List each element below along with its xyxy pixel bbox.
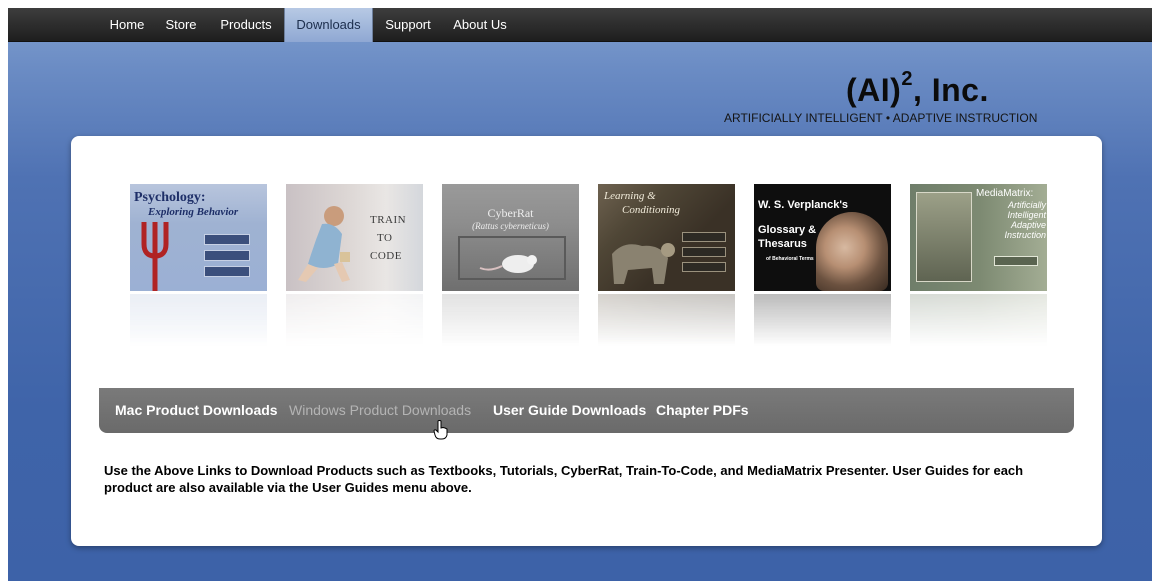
cover-learning[interactable]: Learning & Conditioning	[598, 184, 735, 291]
cover-train-line3: CODE	[370, 250, 402, 262]
cover-reflection	[754, 294, 891, 346]
cover-learning-button	[682, 247, 726, 257]
cover-verplanck[interactable]: W. S. Verplanck's Glossary & Thesarus of…	[754, 184, 891, 291]
cage-image	[458, 236, 566, 280]
cover-learning-button	[682, 262, 726, 272]
trident-icon	[141, 222, 169, 291]
cover-verplanck-line3: Thesarus	[758, 238, 807, 250]
page-background: Home Store Products Downloads Support Ab…	[8, 8, 1152, 581]
cover-train-line1: TRAIN	[370, 214, 407, 226]
brand-suffix: , Inc.	[912, 72, 989, 108]
brand-name: (AI)	[846, 72, 902, 108]
downloads-subnav: Mac Product Downloads Windows Product Do…	[99, 388, 1074, 433]
top-nav-bar: Home Store Products Downloads Support Ab…	[8, 8, 1152, 42]
cover-cyberrat-title: CyberRat	[487, 206, 534, 220]
cover-mediamatrix[interactable]: MediaMatrix: Artificially Intelligent Ad…	[910, 184, 1047, 291]
content-panel: Psychology: Exploring Behavior TRAIN TO …	[71, 136, 1102, 546]
nav-item-home[interactable]: Home	[104, 8, 150, 42]
cover-train-to-code[interactable]: TRAIN TO CODE	[286, 184, 423, 291]
cover-reflection	[130, 294, 267, 346]
cover-learning-button	[682, 232, 726, 242]
cover-verplanck-line1: W. S. Verplanck's	[758, 199, 849, 211]
brand-title: (AI)2, Inc.	[846, 68, 989, 109]
cover-learning-line1: Learning &	[604, 190, 656, 202]
nav-item-support[interactable]: Support	[377, 8, 439, 42]
cover-reflection	[286, 294, 423, 346]
cover-psychology-button	[204, 234, 250, 245]
girl-photo	[298, 206, 350, 282]
rat-icon	[479, 255, 537, 273]
cover-train-line2: TO	[377, 232, 393, 244]
cover-learning-line2: Conditioning	[622, 204, 681, 216]
cover-mediamatrix-title: MediaMatrix:	[976, 188, 1034, 199]
hand-cursor-icon	[433, 420, 448, 440]
cover-reflection	[910, 294, 1047, 346]
cover-reflection	[442, 294, 579, 346]
brand-tagline: ARTIFICIALLY INTELLIGENT • ADAPTIVE INST…	[724, 111, 1038, 125]
cover-mediamatrix-button	[994, 256, 1038, 266]
mediamatrix-photo	[916, 192, 972, 282]
nav-item-downloads[interactable]: Downloads	[284, 8, 373, 42]
subnav-user-guide-downloads[interactable]: User Guide Downloads	[493, 388, 646, 433]
subnav-mac-downloads[interactable]: Mac Product Downloads	[115, 388, 278, 433]
cover-verplanck-line4: of Behavioral Terms	[766, 256, 814, 262]
cover-psychology-title: Psychology:	[134, 190, 206, 205]
portrait-photo	[816, 212, 888, 291]
dog-photo	[612, 243, 675, 284]
cover-reflection	[598, 294, 735, 346]
downloads-description: Use the Above Links to Download Products…	[104, 463, 1024, 495]
nav-item-products[interactable]: Products	[212, 8, 280, 42]
brand-superscript: 2	[901, 68, 913, 91]
cover-cyberrat[interactable]: CyberRat (Rattus cyberneticus)	[442, 184, 579, 291]
cover-psychology-subtitle: Exploring Behavior	[148, 206, 239, 218]
subnav-chapter-pdfs[interactable]: Chapter PDFs	[656, 388, 749, 433]
cover-psychology[interactable]: Psychology: Exploring Behavior	[130, 184, 267, 291]
nav-item-store[interactable]: Store	[158, 8, 204, 42]
cover-psychology-button	[204, 266, 250, 277]
nav-item-about-us[interactable]: About Us	[445, 8, 515, 42]
cover-mediamatrix-subtitle: Artificially Intelligent Adaptive Instru…	[1004, 200, 1046, 240]
cover-psychology-button	[204, 250, 250, 261]
cover-verplanck-line2: Glossary &	[758, 224, 817, 236]
cover-cyberrat-subtitle: (Rattus cyberneticus)	[472, 221, 549, 231]
